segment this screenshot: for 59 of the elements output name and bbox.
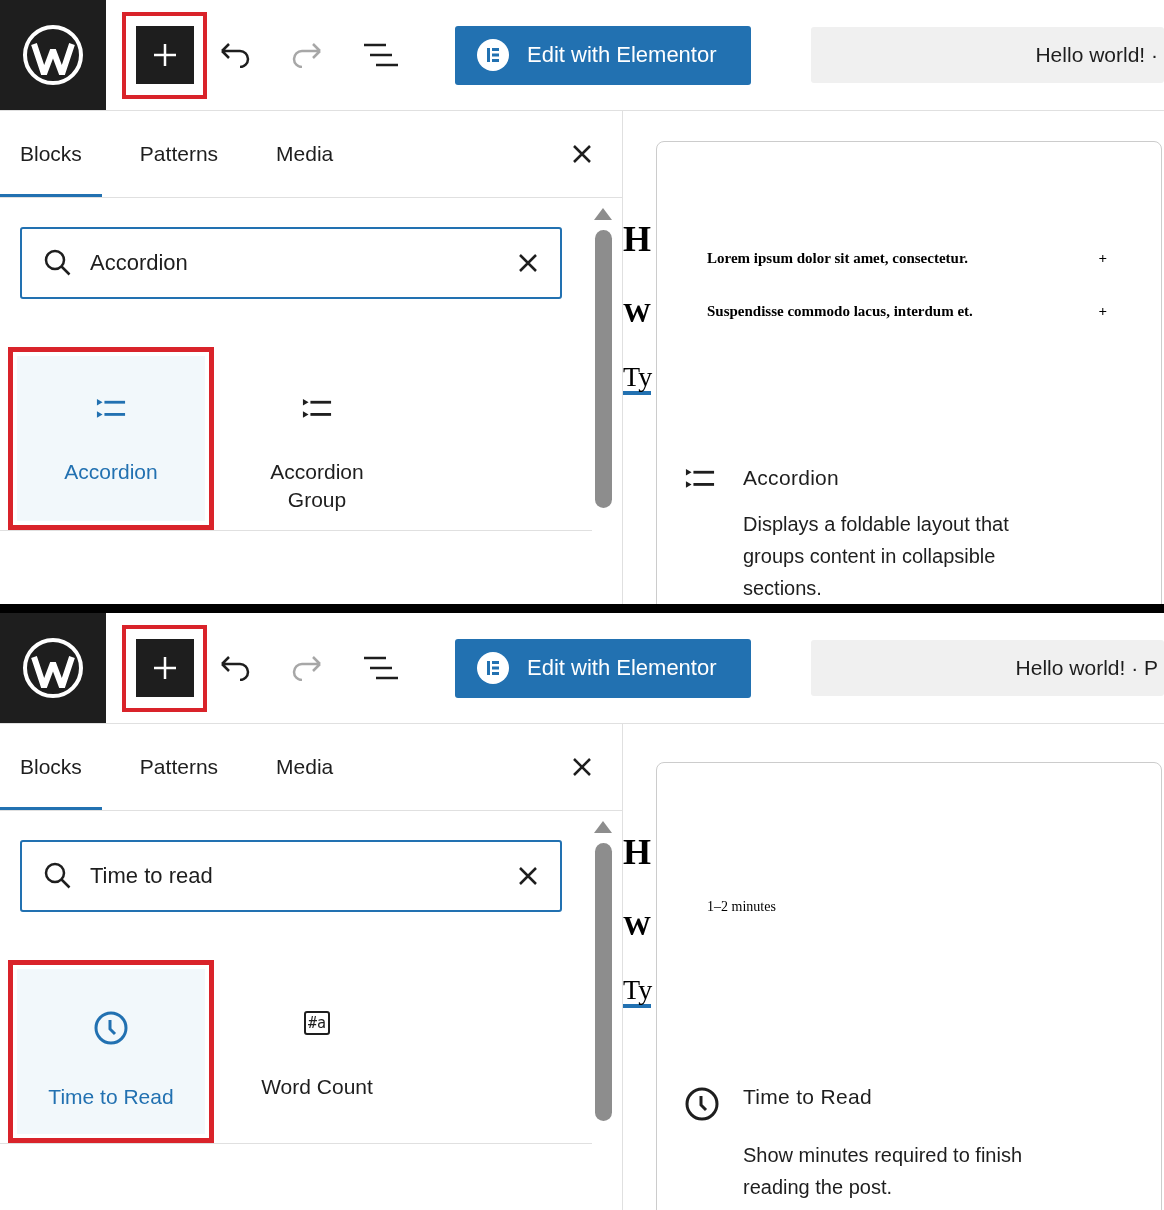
tab[interactable]: Patterns <box>119 724 239 810</box>
add-block-button[interactable] <box>135 639 194 697</box>
block-item[interactable]: Time to Read <box>17 969 205 1134</box>
search-field[interactable]: Time to read <box>20 840 562 912</box>
editor-text: W <box>623 909 651 940</box>
document-title-bar[interactable]: Hello world! · <box>811 27 1164 83</box>
search-icon <box>44 249 72 277</box>
editor-text: Ty <box>623 940 651 1008</box>
clear-icon[interactable] <box>518 866 538 886</box>
accordion-item-title: Suspendisse commodo lacus, interdum et. <box>707 303 973 320</box>
plus-icon <box>151 655 178 681</box>
clear-icon[interactable] <box>518 253 538 273</box>
tab[interactable]: Media <box>256 111 354 197</box>
wordpress-logo <box>22 637 84 699</box>
editor-text: H <box>623 218 651 257</box>
editor-text: H <box>623 831 651 870</box>
scrollbar-thumb[interactable] <box>594 230 612 508</box>
block-item[interactable]: Accordion <box>17 356 205 521</box>
accordion-toggle[interactable]: + <box>1098 250 1107 267</box>
block-description: Displays a foldable layout that groups content in collapsible sections. <box>743 511 1010 601</box>
clock-icon <box>94 1011 128 1045</box>
undo-button[interactable] <box>219 655 251 681</box>
editor-text: Ty <box>623 327 651 395</box>
accordion-item-title: Lorem ipsum dolor sit amet, consectetur. <box>707 250 968 267</box>
block-item[interactable]: Accordion Group <box>223 356 411 521</box>
search-field[interactable]: Accordion <box>20 227 562 299</box>
accordion-icon <box>685 468 715 490</box>
accordion-icon <box>302 398 332 420</box>
scroll-up-icon[interactable] <box>594 821 612 833</box>
tab[interactable]: Blocks <box>0 724 102 810</box>
word-count-icon: #a <box>303 1011 331 1035</box>
block-title: Time to Read <box>743 1085 873 1110</box>
tab[interactable]: Blocks <box>0 111 102 197</box>
search-input[interactable]: Time to read <box>88 862 502 890</box>
search-input[interactable]: Accordion <box>88 249 502 277</box>
scroll-up-icon[interactable] <box>594 208 612 220</box>
edit-with-elementor-button[interactable]: Edit with Elementor <box>455 638 751 698</box>
list-view-button[interactable] <box>363 655 399 681</box>
list-view-button[interactable] <box>363 42 399 68</box>
document-title-bar[interactable]: Hello world! · P <box>811 640 1164 696</box>
search-icon <box>44 862 72 890</box>
block-description: Show minutes required to finish reading the post. <box>743 1143 1024 1200</box>
reading-time-text: 1–2 minutes <box>706 899 777 915</box>
editor-text: W <box>623 296 651 327</box>
block-item[interactable]: #a Word Count <box>223 969 411 1134</box>
block-title: Accordion <box>743 466 841 491</box>
add-block-button[interactable] <box>135 26 194 84</box>
elementor-logo <box>477 39 509 71</box>
accordion-icon <box>96 398 126 420</box>
undo-button[interactable] <box>219 42 251 68</box>
elementor-logo <box>477 652 509 684</box>
scrollbar-thumb[interactable] <box>594 843 612 1121</box>
wordpress-logo <box>22 24 84 86</box>
plus-icon <box>151 42 178 68</box>
clock-icon <box>685 1087 719 1121</box>
tab[interactable]: Patterns <box>119 111 239 197</box>
tab[interactable]: Media <box>256 724 354 810</box>
edit-with-elementor-button[interactable]: Edit with Elementor <box>455 25 751 85</box>
accordion-toggle[interactable]: + <box>1098 303 1107 320</box>
